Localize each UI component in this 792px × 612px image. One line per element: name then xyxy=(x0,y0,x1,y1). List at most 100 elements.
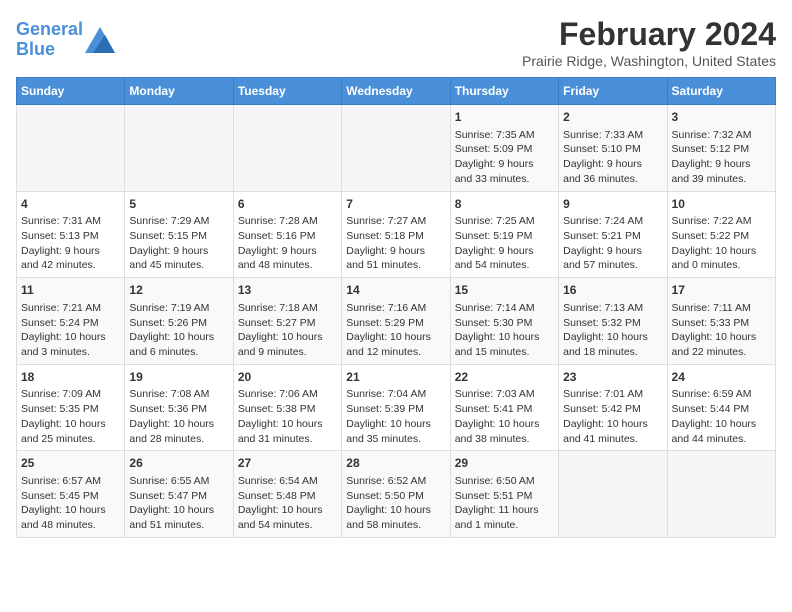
day-info: and 31 minutes. xyxy=(238,432,337,447)
day-number: 6 xyxy=(238,196,337,213)
day-info: and 35 minutes. xyxy=(346,432,445,447)
day-info: Daylight: 10 hours xyxy=(563,417,662,432)
calendar-cell: 10Sunrise: 7:22 AMSunset: 5:22 PMDayligh… xyxy=(667,191,775,278)
day-info: Daylight: 10 hours xyxy=(129,503,228,518)
day-info: Sunset: 5:39 PM xyxy=(346,402,445,417)
day-info: Sunset: 5:35 PM xyxy=(21,402,120,417)
day-number: 27 xyxy=(238,455,337,472)
day-number: 10 xyxy=(672,196,771,213)
day-number: 14 xyxy=(346,282,445,299)
day-number: 18 xyxy=(21,369,120,386)
day-info: Sunset: 5:48 PM xyxy=(238,489,337,504)
day-info: and 15 minutes. xyxy=(455,345,554,360)
day-info: and 38 minutes. xyxy=(455,432,554,447)
day-info: Daylight: 9 hours xyxy=(238,244,337,259)
calendar-cell: 14Sunrise: 7:16 AMSunset: 5:29 PMDayligh… xyxy=(342,278,450,365)
calendar-table: SundayMondayTuesdayWednesdayThursdayFrid… xyxy=(16,77,776,538)
day-info: Sunrise: 7:09 AM xyxy=(21,387,120,402)
day-number: 23 xyxy=(563,369,662,386)
day-info: Sunset: 5:19 PM xyxy=(455,229,554,244)
calendar-cell: 6Sunrise: 7:28 AMSunset: 5:16 PMDaylight… xyxy=(233,191,341,278)
day-info: Sunset: 5:18 PM xyxy=(346,229,445,244)
day-info: Sunrise: 7:11 AM xyxy=(672,301,771,316)
day-info: Daylight: 9 hours xyxy=(455,244,554,259)
day-info: Daylight: 9 hours xyxy=(129,244,228,259)
calendar-cell: 1Sunrise: 7:35 AMSunset: 5:09 PMDaylight… xyxy=(450,105,558,192)
day-number: 8 xyxy=(455,196,554,213)
day-info: Sunrise: 7:01 AM xyxy=(563,387,662,402)
day-info: Sunset: 5:09 PM xyxy=(455,142,554,157)
day-info: Daylight: 11 hours xyxy=(455,503,554,518)
header-day-monday: Monday xyxy=(125,78,233,105)
calendar-cell xyxy=(342,105,450,192)
day-info: Daylight: 10 hours xyxy=(238,330,337,345)
day-info: Sunrise: 7:25 AM xyxy=(455,214,554,229)
day-info: and 44 minutes. xyxy=(672,432,771,447)
day-info: Sunrise: 7:33 AM xyxy=(563,128,662,143)
header-day-saturday: Saturday xyxy=(667,78,775,105)
day-info: Sunrise: 6:57 AM xyxy=(21,474,120,489)
day-info: Daylight: 10 hours xyxy=(455,330,554,345)
calendar-cell: 9Sunrise: 7:24 AMSunset: 5:21 PMDaylight… xyxy=(559,191,667,278)
day-info: Daylight: 10 hours xyxy=(563,330,662,345)
day-info: Daylight: 10 hours xyxy=(346,417,445,432)
day-info: and 54 minutes. xyxy=(455,258,554,273)
day-info: Daylight: 10 hours xyxy=(238,417,337,432)
day-info: Sunset: 5:21 PM xyxy=(563,229,662,244)
calendar-cell: 29 Sunrise: 6:50 AMSunset: 5:51 PMDayligh… xyxy=(450,451,558,538)
day-info: Sunrise: 7:18 AM xyxy=(238,301,337,316)
day-info: Sunrise: 7:13 AM xyxy=(563,301,662,316)
day-info: Daylight: 10 hours xyxy=(21,503,120,518)
day-info: Daylight: 10 hours xyxy=(21,330,120,345)
logo: GeneralBlue xyxy=(16,20,115,60)
day-info: and 36 minutes. xyxy=(563,172,662,187)
calendar-cell: 5Sunrise: 7:29 AMSunset: 5:15 PMDaylight… xyxy=(125,191,233,278)
day-number: 16 xyxy=(563,282,662,299)
day-info: Sunset: 5:41 PM xyxy=(455,402,554,417)
calendar-cell: 22Sunrise: 7:03 AMSunset: 5:41 PMDayligh… xyxy=(450,364,558,451)
calendar-cell: 3Sunrise: 7:32 AMSunset: 5:12 PMDaylight… xyxy=(667,105,775,192)
day-info: Sunset: 5:12 PM xyxy=(672,142,771,157)
day-info: Sunrise: 7:06 AM xyxy=(238,387,337,402)
day-info: Sunrise: 7:31 AM xyxy=(21,214,120,229)
day-info: Sunrise: 7:03 AM xyxy=(455,387,554,402)
day-number: 29 xyxy=(455,455,554,472)
calendar-cell: 23Sunrise: 7:01 AMSunset: 5:42 PMDayligh… xyxy=(559,364,667,451)
day-info: and 57 minutes. xyxy=(563,258,662,273)
day-info: Sunset: 5:50 PM xyxy=(346,489,445,504)
day-info: Sunrise: 6:59 AM xyxy=(672,387,771,402)
day-info: Daylight: 10 hours xyxy=(129,417,228,432)
day-info: Sunrise: 6:50 AM xyxy=(455,474,554,489)
day-info: and 48 minutes. xyxy=(238,258,337,273)
calendar-cell: 17Sunrise: 7:11 AMSunset: 5:33 PMDayligh… xyxy=(667,278,775,365)
day-info: Daylight: 10 hours xyxy=(21,417,120,432)
day-info: Sunset: 5:44 PM xyxy=(672,402,771,417)
day-info: Sunrise: 7:27 AM xyxy=(346,214,445,229)
day-info: Sunrise: 7:35 AM xyxy=(455,128,554,143)
header-row: SundayMondayTuesdayWednesdayThursdayFrid… xyxy=(17,78,776,105)
day-number: 13 xyxy=(238,282,337,299)
day-number: 7 xyxy=(346,196,445,213)
calendar-cell: 26Sunrise: 6:55 AMSunset: 5:47 PMDayligh… xyxy=(125,451,233,538)
day-info: Sunset: 5:33 PM xyxy=(672,316,771,331)
day-info: Sunrise: 7:32 AM xyxy=(672,128,771,143)
day-info: Daylight: 9 hours xyxy=(21,244,120,259)
day-info: and 58 minutes. xyxy=(346,518,445,533)
day-info: and 51 minutes. xyxy=(129,518,228,533)
calendar-cell: 2Sunrise: 7:33 AMSunset: 5:10 PMDaylight… xyxy=(559,105,667,192)
calendar-cell: 28Sunrise: 6:52 AMSunset: 5:50 PMDayligh… xyxy=(342,451,450,538)
calendar-cell: 13Sunrise: 7:18 AMSunset: 5:27 PMDayligh… xyxy=(233,278,341,365)
day-info: Sunset: 5:15 PM xyxy=(129,229,228,244)
day-info: Sunrise: 7:16 AM xyxy=(346,301,445,316)
day-number: 19 xyxy=(129,369,228,386)
day-number: 24 xyxy=(672,369,771,386)
calendar-cell xyxy=(233,105,341,192)
calendar-cell: 16Sunrise: 7:13 AMSunset: 5:32 PMDayligh… xyxy=(559,278,667,365)
day-info: Sunrise: 7:22 AM xyxy=(672,214,771,229)
day-info: Daylight: 9 hours xyxy=(455,157,554,172)
week-row-1: 1Sunrise: 7:35 AMSunset: 5:09 PMDaylight… xyxy=(17,105,776,192)
calendar-cell xyxy=(667,451,775,538)
main-title: February 2024 xyxy=(522,16,776,53)
day-info: Sunset: 5:51 PM xyxy=(455,489,554,504)
day-info: Sunset: 5:16 PM xyxy=(238,229,337,244)
